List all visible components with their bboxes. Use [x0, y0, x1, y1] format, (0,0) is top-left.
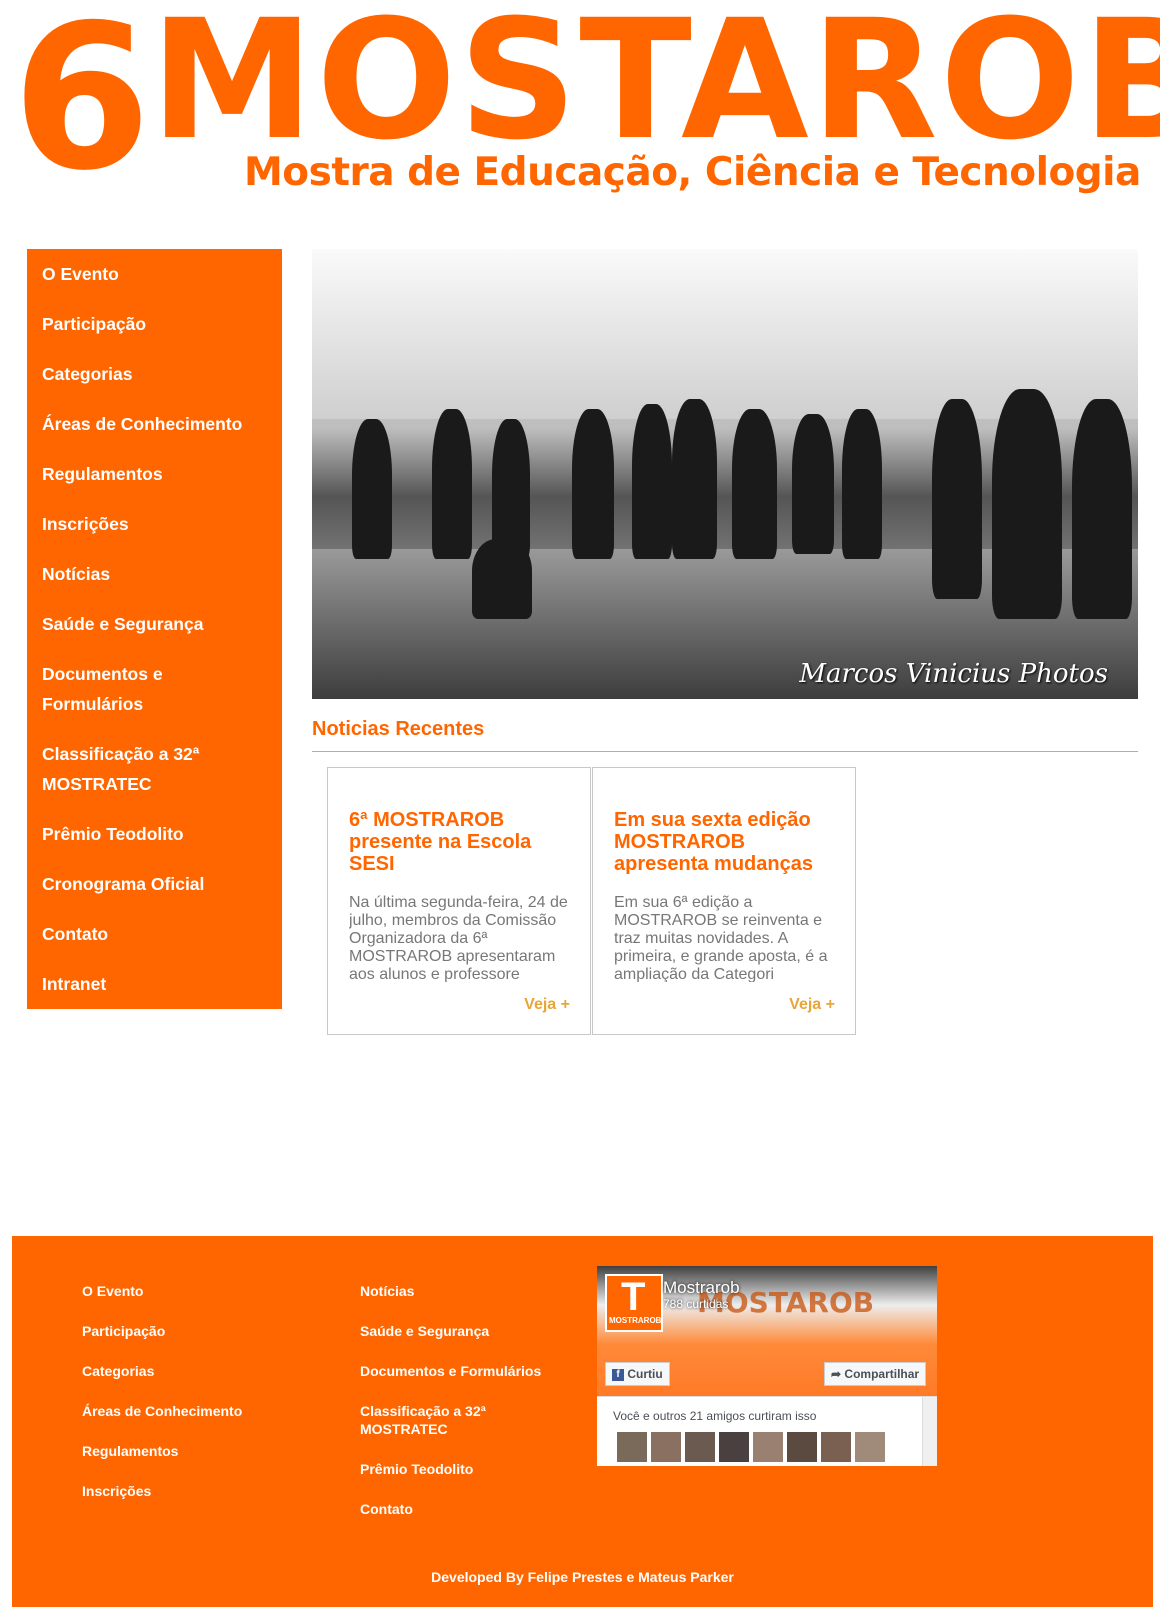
friend-avatar[interactable]	[753, 1432, 783, 1462]
footer-links-col-1: O Evento Participação Categorias Áreas d…	[82, 1282, 312, 1500]
hero-photo-credit: Marcos Vinicius Photos	[799, 659, 1108, 689]
sidebar-item-areas[interactable]: Áreas de Conhecimento	[27, 409, 282, 439]
facebook-page-widget[interactable]: MOSTAROB T MOSTRAROB Mostrarob 788 curti…	[597, 1266, 937, 1466]
news-card-more-link[interactable]: Veja +	[789, 996, 835, 1014]
facebook-f-icon: f	[612, 1368, 624, 1381]
news-card-more-link[interactable]: Veja +	[524, 996, 570, 1014]
sidebar-item-classificacao[interactable]: Classificação a 32ª MOSTRATEC	[27, 739, 237, 799]
friend-avatar[interactable]	[651, 1432, 681, 1462]
sidebar-item-cronograma[interactable]: Cronograma Oficial	[27, 869, 282, 899]
footer-link-documentos[interactable]: Documentos e Formulários	[360, 1362, 570, 1380]
share-arrow-icon: ➦	[831, 1367, 842, 1381]
friend-avatar[interactable]	[787, 1432, 817, 1462]
news-divider	[312, 751, 1138, 752]
sidebar-item-participacao[interactable]: Participação	[27, 309, 282, 339]
footer-links-col-2: Notícias Saúde e Segurança Documentos e …	[360, 1282, 570, 1518]
sidebar-item-noticias[interactable]: Notícias	[27, 559, 282, 589]
footer-link-noticias[interactable]: Notícias	[360, 1282, 570, 1300]
footer-link-saude[interactable]: Saúde e Segurança	[360, 1322, 570, 1340]
news-card[interactable]: Em sua sexta edição MOSTRAROB apresenta …	[592, 767, 856, 1035]
sidebar-nav: O Evento Participação Categorias Áreas d…	[27, 249, 282, 1009]
sidebar-item-documentos[interactable]: Documentos e Formulários	[27, 659, 207, 719]
friend-avatar[interactable]	[685, 1432, 715, 1462]
sidebar-item-categorias[interactable]: Categorias	[27, 359, 282, 389]
mostrarob-logo-icon: T	[621, 1275, 646, 1319]
facebook-cover: MOSTAROB T MOSTRAROB Mostrarob 788 curti…	[597, 1266, 937, 1396]
facebook-like-button[interactable]: f Curtiu	[605, 1362, 670, 1386]
facebook-scrollbar[interactable]	[922, 1397, 937, 1466]
facebook-share-button[interactable]: ➦ Compartilhar	[824, 1362, 927, 1386]
sidebar-item-contato[interactable]: Contato	[27, 919, 282, 949]
friend-avatar[interactable]	[855, 1432, 885, 1462]
footer-link-areas[interactable]: Áreas de Conhecimento	[82, 1402, 312, 1420]
footer-link-o-evento[interactable]: O Evento	[82, 1282, 312, 1300]
footer-link-regulamentos[interactable]: Regulamentos	[82, 1442, 312, 1460]
logo-number[interactable]: 6	[12, 0, 151, 199]
hero-students	[332, 389, 1132, 649]
logo-wordmark[interactable]: MOSTAROB	[150, 0, 1160, 163]
friend-avatar[interactable]	[617, 1432, 647, 1462]
facebook-avatar-label: MOSTRAROB	[609, 1316, 662, 1325]
facebook-friends-panel: Você e outros 21 amigos curtiram isso	[597, 1396, 937, 1466]
facebook-page-name[interactable]: Mostrarob	[663, 1278, 740, 1298]
facebook-like-count: 788 curtidas	[663, 1297, 729, 1311]
facebook-share-label: Compartilhar	[844, 1367, 920, 1381]
news-card-excerpt: Em sua 6ª edição a MOSTRAROB se reinvent…	[614, 894, 828, 982]
news-card-title[interactable]: Em sua sexta edição MOSTRAROB apresenta …	[614, 809, 844, 875]
friend-avatar[interactable]	[719, 1432, 749, 1462]
sidebar-item-regulamentos[interactable]: Regulamentos	[27, 459, 282, 489]
site-header: 6 MOSTAROB Mostra de Educação, Ciência e…	[0, 0, 1160, 210]
site-footer: O Evento Participação Categorias Áreas d…	[12, 1236, 1153, 1607]
news-card-title[interactable]: 6ª MOSTRAROB presente na Escola SESI	[349, 809, 579, 875]
footer-link-premio[interactable]: Prêmio Teodolito	[360, 1460, 570, 1478]
logo-subtitle: Mostra de Educação, Ciência e Tecnologia	[244, 150, 1141, 195]
footer-link-participacao[interactable]: Participação	[82, 1322, 312, 1340]
sidebar-item-inscricoes[interactable]: Inscrições	[27, 509, 282, 539]
sidebar-item-o-evento[interactable]: O Evento	[27, 259, 282, 289]
sidebar-item-intranet[interactable]: Intranet	[27, 969, 282, 999]
footer-link-classificacao[interactable]: Classificação a 32ª MOSTRATEC	[360, 1402, 520, 1438]
sidebar-item-saude[interactable]: Saúde e Segurança	[27, 609, 282, 639]
news-card-excerpt: Na última segunda-feira, 24 de julho, me…	[349, 894, 568, 982]
news-section-title: Noticias Recentes	[312, 718, 485, 740]
hero-photo: Marcos Vinicius Photos	[312, 249, 1138, 699]
footer-link-categorias[interactable]: Categorias	[82, 1362, 312, 1380]
footer-link-inscricoes[interactable]: Inscrições	[82, 1482, 312, 1500]
sidebar-item-premio[interactable]: Prêmio Teodolito	[27, 819, 282, 849]
friend-avatar[interactable]	[821, 1432, 851, 1462]
footer-link-contato[interactable]: Contato	[360, 1500, 570, 1518]
facebook-page-avatar[interactable]: T MOSTRAROB	[605, 1274, 663, 1332]
facebook-friends-text: Você e outros 21 amigos curtiram isso	[613, 1409, 817, 1423]
news-card[interactable]: 6ª MOSTRAROB presente na Escola SESI Na …	[327, 767, 591, 1035]
facebook-like-label: Curtiu	[627, 1367, 663, 1381]
footer-credits: Developed By Felipe Prestes e Mateus Par…	[431, 1569, 734, 1585]
